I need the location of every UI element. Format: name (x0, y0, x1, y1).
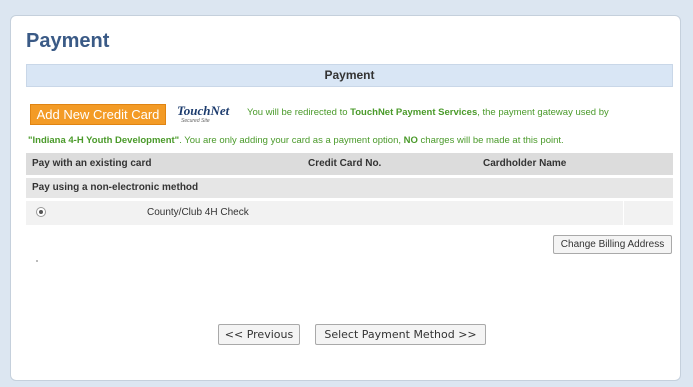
notice-text: You will be redirected to (247, 107, 351, 118)
notice-organization: "Indiana 4-H Youth Development" (28, 135, 180, 146)
change-billing-address-button[interactable]: Change Billing Address (553, 235, 672, 254)
column-header-cardholder: Cardholder Name (483, 158, 567, 169)
notice-no-charges: NO (403, 135, 418, 146)
notice-text: , the payment gateway used by (477, 107, 609, 118)
nonelectronic-header-label: Pay using a non-electronic method (32, 182, 199, 193)
touchnet-logo: TouchNet Secured Site (177, 104, 237, 130)
redirect-notice-line1: You will be redirected to TouchNet Payme… (247, 107, 609, 118)
payment-method-row[interactable]: County/Club 4H Check (26, 201, 673, 225)
notice-text: charges will be made at this point. (417, 135, 564, 146)
notice-text: . You are only adding your card as a pay… (179, 135, 404, 146)
column-header-existing-card: Pay with an existing card (32, 158, 152, 169)
payment-panel: Payment Payment Add New Credit Card Touc… (10, 15, 681, 381)
redirect-notice-line2: "Indiana 4-H Youth Development". You are… (28, 135, 564, 146)
payment-method-radio[interactable] (36, 207, 46, 217)
touchnet-brand-text: TouchNet (177, 103, 230, 118)
previous-button[interactable]: << Previous (218, 324, 300, 345)
page-title: Payment (26, 30, 110, 52)
row-divider (623, 201, 624, 225)
nonelectronic-header: Pay using a non-electronic method (26, 178, 673, 198)
add-new-credit-card-button[interactable]: Add New Credit Card (30, 104, 166, 125)
column-header-card-number: Credit Card No. (308, 158, 382, 169)
spacer-dot (36, 260, 38, 262)
payment-method-label: County/Club 4H Check (147, 207, 249, 218)
touchnet-tagline: Secured Site (181, 118, 210, 124)
section-header: Payment (26, 64, 673, 87)
existing-cards-table-header: Pay with an existing card Credit Card No… (26, 153, 673, 175)
notice-gateway-name: TouchNet Payment Services (350, 107, 478, 118)
select-payment-method-button[interactable]: Select Payment Method >> (315, 324, 486, 345)
